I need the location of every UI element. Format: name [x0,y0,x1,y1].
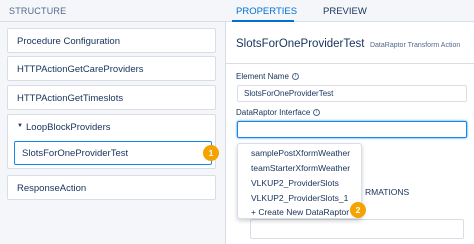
element-title-row: SlotsForOneProviderTest DataRaptor Trans… [236,38,460,50]
structure-item-label: HTTPActionGetCareProviders [17,64,144,75]
dataraptor-dropdown: samplePostXformWeather teamStarterXformW… [237,143,362,219]
callout-badge-2: 2 [350,202,366,218]
dropdown-option[interactable]: VLKUP2_ProviderSlots [251,178,339,188]
structure-item-response-action[interactable]: ResponseAction [7,175,216,200]
info-icon[interactable]: i [291,73,299,81]
loop-block-label: LoopBlockProviders [26,122,111,133]
structure-panel: STRUCTURE Procedure Configuration HTTPAc… [0,0,226,244]
element-name-label-text: Element Name [236,72,289,81]
element-type-subtitle: DataRaptor Transform Action [369,42,461,49]
active-tab-indicator [232,20,294,22]
tab-preview[interactable]: PREVIEW [323,6,367,17]
obscured-section-heading: RMATIONS [365,187,410,197]
dropdown-option[interactable]: samplePostXformWeather [251,148,350,158]
structure-item-label: SlotsForOneProviderTest [22,148,129,159]
structure-item-label: Procedure Configuration [17,36,120,47]
structure-item-procedure-configuration[interactable]: Procedure Configuration [7,28,216,53]
divider [226,63,474,64]
loop-block-header[interactable]: ▼ LoopBlockProviders [17,122,111,133]
structure-item-slots-for-one-provider[interactable]: SlotsForOneProviderTest [14,141,212,165]
tab-properties[interactable]: PROPERTIES [236,6,297,17]
dropdown-option[interactable]: VLKUP2_ProviderSlots_1 [251,193,348,203]
element-title: SlotsForOneProviderTest [236,38,365,50]
structure-item-http-get-care-providers[interactable]: HTTPActionGetCareProviders [7,56,216,81]
structure-header: STRUCTURE [0,0,226,22]
loop-block-providers[interactable]: ▼ LoopBlockProviders SlotsForOneProvider… [7,114,216,169]
dropdown-option[interactable]: teamStarterXformWeather [251,163,350,173]
dataraptor-interface-label-text: DataRaptor Interface [236,108,311,117]
element-name-input[interactable]: SlotsForOneProviderTest [237,85,467,102]
callout-badge-1: 1 [203,145,219,161]
panel-tabs: PROPERTIES PREVIEW [226,0,474,22]
structure-item-label: ResponseAction [17,183,87,194]
expand-triangle-icon[interactable]: ▼ [17,123,23,129]
structure-title: STRUCTURE [9,6,67,16]
obscured-input [250,219,464,239]
structure-item-http-get-timeslots[interactable]: HTTPActionGetTimeslots [7,85,216,110]
element-name-value: SlotsForOneProviderTest [244,89,334,98]
dataraptor-interface-label: DataRaptor Interface i [236,108,321,117]
dataraptor-interface-input[interactable] [237,121,467,138]
structure-item-label: HTTPActionGetTimeslots [17,93,124,104]
element-name-label: Element Name i [236,72,299,81]
create-new-dataraptor-option[interactable]: + Create New DataRaptor [251,207,349,217]
info-icon[interactable]: i [313,109,321,117]
